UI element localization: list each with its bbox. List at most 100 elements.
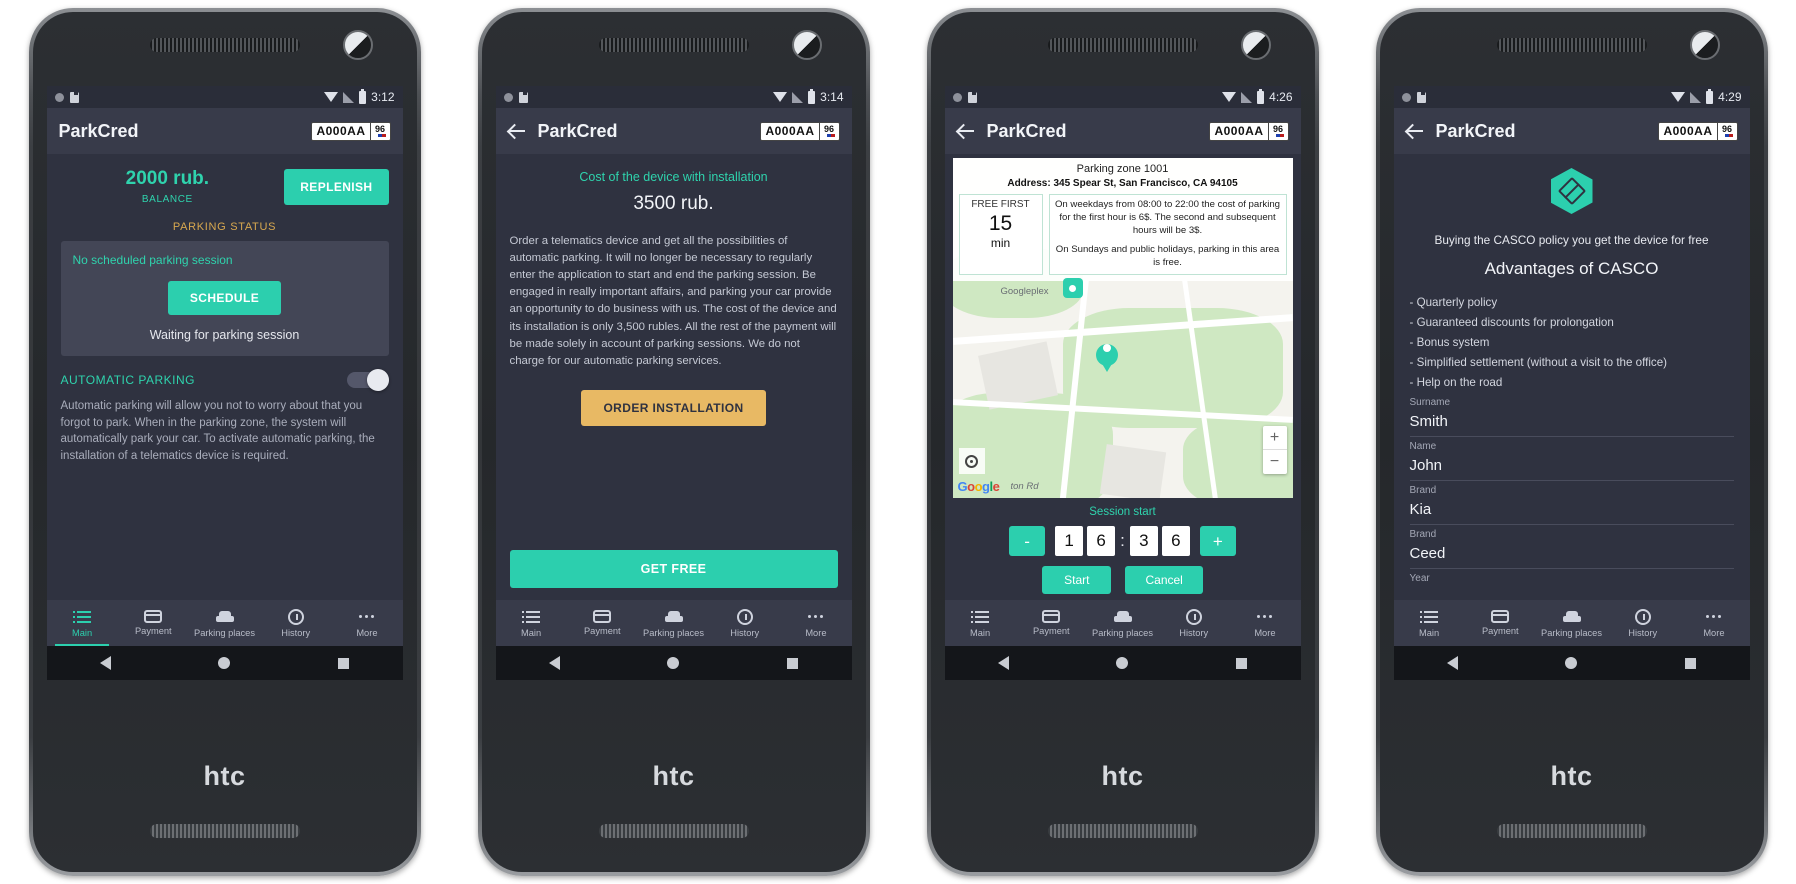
tab-main[interactable]: Main [1394, 600, 1465, 646]
screen-casco: 4:29 ParkCred A000AA 96 Buying the CASCO… [1393, 86, 1750, 646]
status-left [503, 91, 528, 103]
nav-back-icon[interactable] [100, 656, 112, 670]
logo-slash [1563, 183, 1580, 199]
nav-home-icon[interactable] [667, 657, 680, 669]
bottom-tab-bar: Main Payment Parking places History More [495, 600, 852, 646]
get-free-button[interactable]: GET FREE [509, 550, 838, 588]
license-plate[interactable]: A000AA 96 [1658, 121, 1738, 141]
bottom-speaker [598, 824, 749, 838]
schedule-button[interactable]: SCHEDULE [167, 281, 282, 315]
google-logo: Google [957, 479, 1000, 494]
car-icon [1562, 609, 1581, 625]
tab-more[interactable]: More [1229, 600, 1300, 646]
tab-history[interactable]: History [709, 600, 780, 646]
tab-payment[interactable]: Payment [567, 600, 638, 646]
map-zoom-out-button[interactable]: − [1263, 450, 1287, 474]
clock-icon [1185, 608, 1202, 625]
tab-history-label: History [1179, 627, 1209, 638]
field-surname-value[interactable]: Smith [1409, 408, 1734, 437]
car-icon [664, 609, 683, 625]
start-session-button[interactable]: Start [1042, 566, 1112, 594]
time-increase-button[interactable]: + [1199, 526, 1236, 556]
plate-number: A000AA [1214, 124, 1264, 138]
screen-parking-map: 4:26 ParkCred A000AA 96 Parking zone 100… [944, 86, 1301, 646]
front-camera-icon [791, 30, 822, 60]
tab-payment[interactable]: Payment [1465, 600, 1536, 646]
license-plate[interactable]: A000AA 96 [760, 121, 840, 141]
field-year[interactable]: Year [1394, 569, 1750, 584]
parking-rules-weekday: On weekdays from 08:00 to 22:00 the cost… [1054, 199, 1281, 236]
back-icon[interactable] [957, 122, 975, 140]
status-bar: 4:26 [944, 86, 1301, 108]
tab-more[interactable]: More [331, 600, 402, 646]
field-brand-value[interactable]: Kia [1409, 496, 1734, 525]
map-marker-primary[interactable] [1095, 338, 1118, 372]
tab-parking-places-label: Parking places [1092, 627, 1153, 638]
map-view[interactable]: Parking zone 1001 Address: 345 Spear St,… [952, 158, 1293, 498]
session-time-row: - 1 6 : 3 6 + [945, 526, 1301, 556]
tab-payment[interactable]: Payment [1016, 600, 1087, 646]
map-marker-secondary[interactable] [1062, 278, 1083, 298]
tab-main[interactable]: Main [496, 600, 567, 646]
tab-payment[interactable]: Payment [118, 600, 189, 646]
field-brand[interactable]: Brand Kia [1394, 481, 1750, 525]
nav-back-icon[interactable] [549, 656, 561, 670]
nav-home-icon[interactable] [218, 657, 231, 669]
tab-main[interactable]: Main [47, 600, 118, 646]
nav-back-icon[interactable] [1447, 656, 1459, 670]
tab-history[interactable]: History [1158, 600, 1229, 646]
locate-me-icon[interactable] [958, 448, 985, 474]
automatic-parking-title: AUTOMATIC PARKING [60, 373, 196, 387]
nav-recents-icon[interactable] [786, 657, 798, 669]
tab-history[interactable]: History [260, 600, 331, 646]
nav-back-icon[interactable] [998, 656, 1010, 670]
field-model-value[interactable]: Ceed [1409, 540, 1734, 569]
casco-subtitle: Buying the CASCO policy you get the devi… [1434, 233, 1709, 247]
app-title: ParkCred [58, 120, 139, 141]
tab-parking-places[interactable]: Parking places [1087, 600, 1158, 646]
status-bar: 3:12 [46, 86, 403, 108]
tab-parking-places[interactable]: Parking places [189, 600, 260, 646]
tab-more-label: More [356, 627, 378, 638]
nav-home-icon[interactable] [1565, 657, 1578, 669]
replenish-button[interactable]: REPLENISH [284, 168, 389, 205]
plate-region-number: 96 [374, 124, 385, 134]
field-surname[interactable]: Surname Smith [1394, 393, 1750, 437]
parking-zone-title: Parking zone 1001 [1076, 163, 1169, 175]
license-plate[interactable]: A000AA 96 [1209, 121, 1289, 141]
tab-history[interactable]: History [1607, 600, 1678, 646]
tab-history-label: History [730, 627, 760, 638]
automatic-parking-toggle[interactable] [346, 369, 389, 391]
list-icon [73, 609, 92, 625]
back-icon[interactable] [508, 122, 526, 140]
field-name-value[interactable]: John [1409, 452, 1734, 481]
status-right: 3:12 [324, 88, 395, 104]
tab-parking-places[interactable]: Parking places [638, 600, 709, 646]
battery-icon [1257, 88, 1265, 104]
field-year-label: Year [1409, 572, 1430, 584]
front-camera-icon [1240, 30, 1271, 60]
android-nav-bar [495, 646, 852, 680]
nav-home-icon[interactable] [1116, 657, 1129, 669]
tab-main[interactable]: Main [945, 600, 1016, 646]
tab-more[interactable]: More [1678, 600, 1749, 646]
field-model-label: Brand [1409, 528, 1437, 540]
cancel-session-button[interactable]: Cancel [1125, 566, 1203, 594]
free-first-value: 15 [988, 212, 1013, 235]
field-model[interactable]: Brand Ceed [1394, 525, 1750, 569]
map-content: Parking zone 1001 Address: 345 Spear St,… [945, 154, 1301, 600]
map-zoom-controls[interactable]: + − [1262, 426, 1287, 474]
tab-parking-places[interactable]: Parking places [1536, 600, 1607, 646]
field-name[interactable]: Name John [1394, 437, 1750, 481]
front-camera-icon [1689, 30, 1720, 60]
time-decrease-button[interactable]: - [1009, 526, 1046, 556]
license-plate[interactable]: A000AA 96 [311, 121, 391, 141]
tab-more[interactable]: More [780, 600, 851, 646]
sd-card-icon [518, 91, 528, 103]
nav-recents-icon[interactable] [1684, 657, 1696, 669]
back-icon[interactable] [1406, 122, 1424, 140]
order-installation-button[interactable]: ORDER INSTALLATION [581, 389, 766, 426]
map-zoom-in-button[interactable]: + [1262, 426, 1287, 450]
nav-recents-icon[interactable] [337, 657, 349, 669]
nav-recents-icon[interactable] [1235, 657, 1247, 669]
